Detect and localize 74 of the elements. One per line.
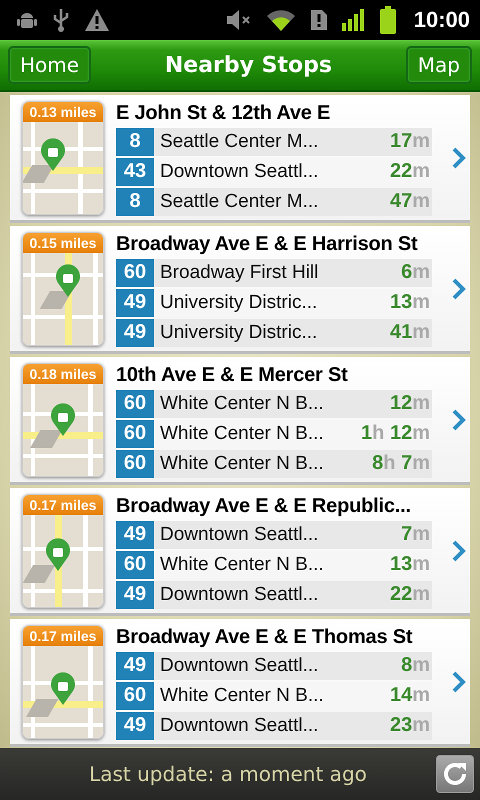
muted-speaker-icon — [226, 9, 252, 31]
route-number: 60 — [116, 550, 154, 578]
route-number: 60 — [116, 258, 154, 286]
arrival-time: 12m — [390, 392, 430, 415]
chevron-right-icon[interactable] — [452, 146, 466, 168]
destination: White Center N B... — [160, 684, 324, 706]
distance-label: 0.17 miles — [23, 494, 103, 514]
route-number: 60 — [116, 450, 154, 478]
distance-label: 0.13 miles — [23, 102, 103, 122]
arrival-time: 17m — [390, 130, 430, 153]
arrival-time: 14m — [390, 684, 430, 707]
route-number: 60 — [116, 682, 154, 710]
arrival-time: 13m — [390, 553, 430, 576]
destination: Downtown Seattl... — [160, 654, 318, 676]
route-number: 8 — [116, 128, 154, 156]
screen-title: Nearby Stops — [164, 52, 332, 78]
chevron-right-icon[interactable] — [452, 408, 466, 430]
arrival-time: 6m — [401, 261, 430, 284]
arrival-time: 7m — [401, 523, 430, 546]
distance-label: 0.18 miles — [23, 364, 103, 384]
destination: Downtown Seattl... — [160, 524, 318, 546]
route-number: 8 — [116, 188, 154, 216]
destination: Broadway First Hill — [160, 262, 318, 284]
destination: Downtown Seattl... — [160, 714, 318, 736]
usb-icon — [52, 7, 70, 33]
destination: White Center N B... — [160, 554, 324, 576]
distance-label: 0.17 miles — [23, 626, 103, 646]
distance-label: 0.15 miles — [23, 232, 103, 252]
arrival-time: 13m — [390, 291, 430, 314]
arrival-time: 41m — [390, 321, 430, 344]
destination: White Center N B... — [160, 422, 324, 444]
wifi-icon — [266, 8, 296, 32]
clock: 10:00 — [414, 7, 470, 33]
home-button[interactable]: Home — [8, 46, 92, 84]
arrival-time: 8h 7m — [372, 452, 430, 475]
destination: Seattle Center M... — [160, 190, 318, 212]
stop-name: Broadway Ave E & E Thomas St — [116, 624, 414, 648]
arrival-time: 8m — [401, 654, 430, 677]
destination: University Distric... — [160, 292, 318, 314]
destination: Seattle Center M... — [160, 130, 318, 152]
arrival-time: 22m — [390, 160, 430, 183]
stop-name: Broadway Ave E & E Republic... — [116, 494, 412, 518]
route-number: 49 — [116, 288, 154, 316]
map-button[interactable]: Map — [406, 46, 472, 84]
route-number: 49 — [116, 520, 154, 548]
chevron-right-icon[interactable] — [452, 540, 466, 562]
destination: White Center N B... — [160, 452, 324, 474]
arrival-time: 22m — [390, 583, 430, 606]
destination: Downtown Seattl... — [160, 160, 318, 182]
destination: White Center N B... — [160, 392, 324, 414]
arrival-time: 1h 12m — [361, 422, 430, 445]
chevron-right-icon[interactable] — [452, 670, 466, 692]
refresh-button[interactable] — [436, 755, 474, 793]
route-number: 49 — [116, 580, 154, 608]
route-number: 49 — [116, 318, 154, 346]
arrival-time: 47m — [390, 190, 430, 213]
stop-name: 10th Ave E & E Mercer St — [116, 362, 349, 386]
warning-icon — [84, 8, 110, 32]
route-number: 60 — [116, 420, 154, 448]
route-number: 49 — [116, 652, 154, 680]
arrival-time: 23m — [390, 714, 430, 737]
battery-icon — [380, 6, 396, 34]
stop-name: E John St & 12th Ave E — [116, 100, 332, 124]
chevron-right-icon[interactable] — [452, 278, 466, 300]
destination: Downtown Seattl... — [160, 584, 318, 606]
stop-name: Broadway Ave E & E Harrison St — [116, 232, 419, 256]
refresh-icon — [441, 760, 469, 788]
route-number: 49 — [116, 712, 154, 740]
sim-alert-icon — [310, 9, 328, 31]
signal-icon — [342, 9, 366, 31]
last-update-text: Last update: a moment ago — [88, 762, 368, 786]
destination: University Distric... — [160, 322, 318, 344]
route-number: 60 — [116, 390, 154, 418]
route-number: 43 — [116, 158, 154, 186]
